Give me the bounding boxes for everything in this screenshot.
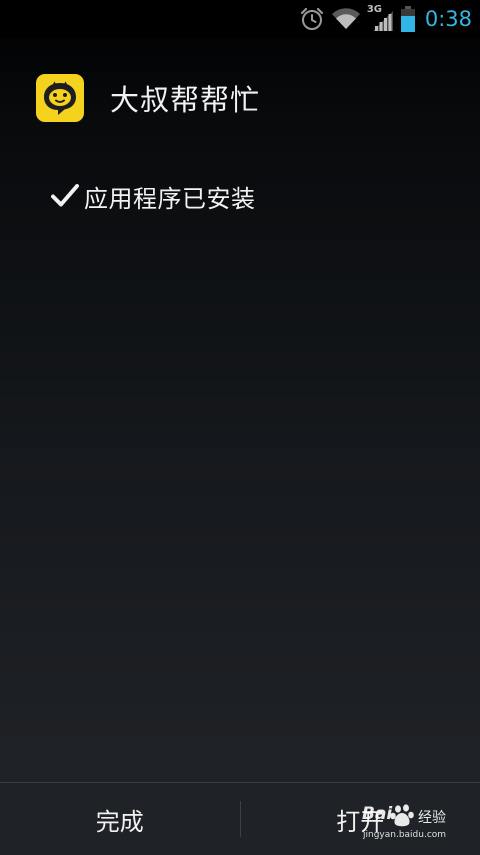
watermark-brand: Bai: [362, 804, 392, 824]
battery-icon: [401, 6, 415, 32]
status-icons: 3G 0:38: [299, 0, 472, 38]
status-bar: 3G 0:38: [0, 0, 480, 38]
watermark: Bai 经验 jingyan.baidu.com: [362, 798, 462, 844]
app-title: 大叔帮帮忙: [110, 77, 260, 119]
alarm-icon: [299, 6, 325, 32]
install-message: 应用程序已安装: [84, 179, 256, 214]
chat-bubble-face-icon: [36, 74, 84, 122]
watermark-url: jingyan.baidu.com: [363, 830, 446, 840]
checkmark-icon: [50, 182, 80, 210]
signal-icon: 3G: [367, 5, 395, 33]
wifi-icon: [331, 7, 361, 31]
status-time: 0:38: [425, 0, 472, 38]
install-status: 应用程序已安装: [50, 176, 256, 216]
done-button[interactable]: 完成: [0, 783, 240, 855]
app-header: 大叔帮帮忙: [36, 74, 260, 122]
watermark-suffix: 经验: [418, 807, 446, 827]
